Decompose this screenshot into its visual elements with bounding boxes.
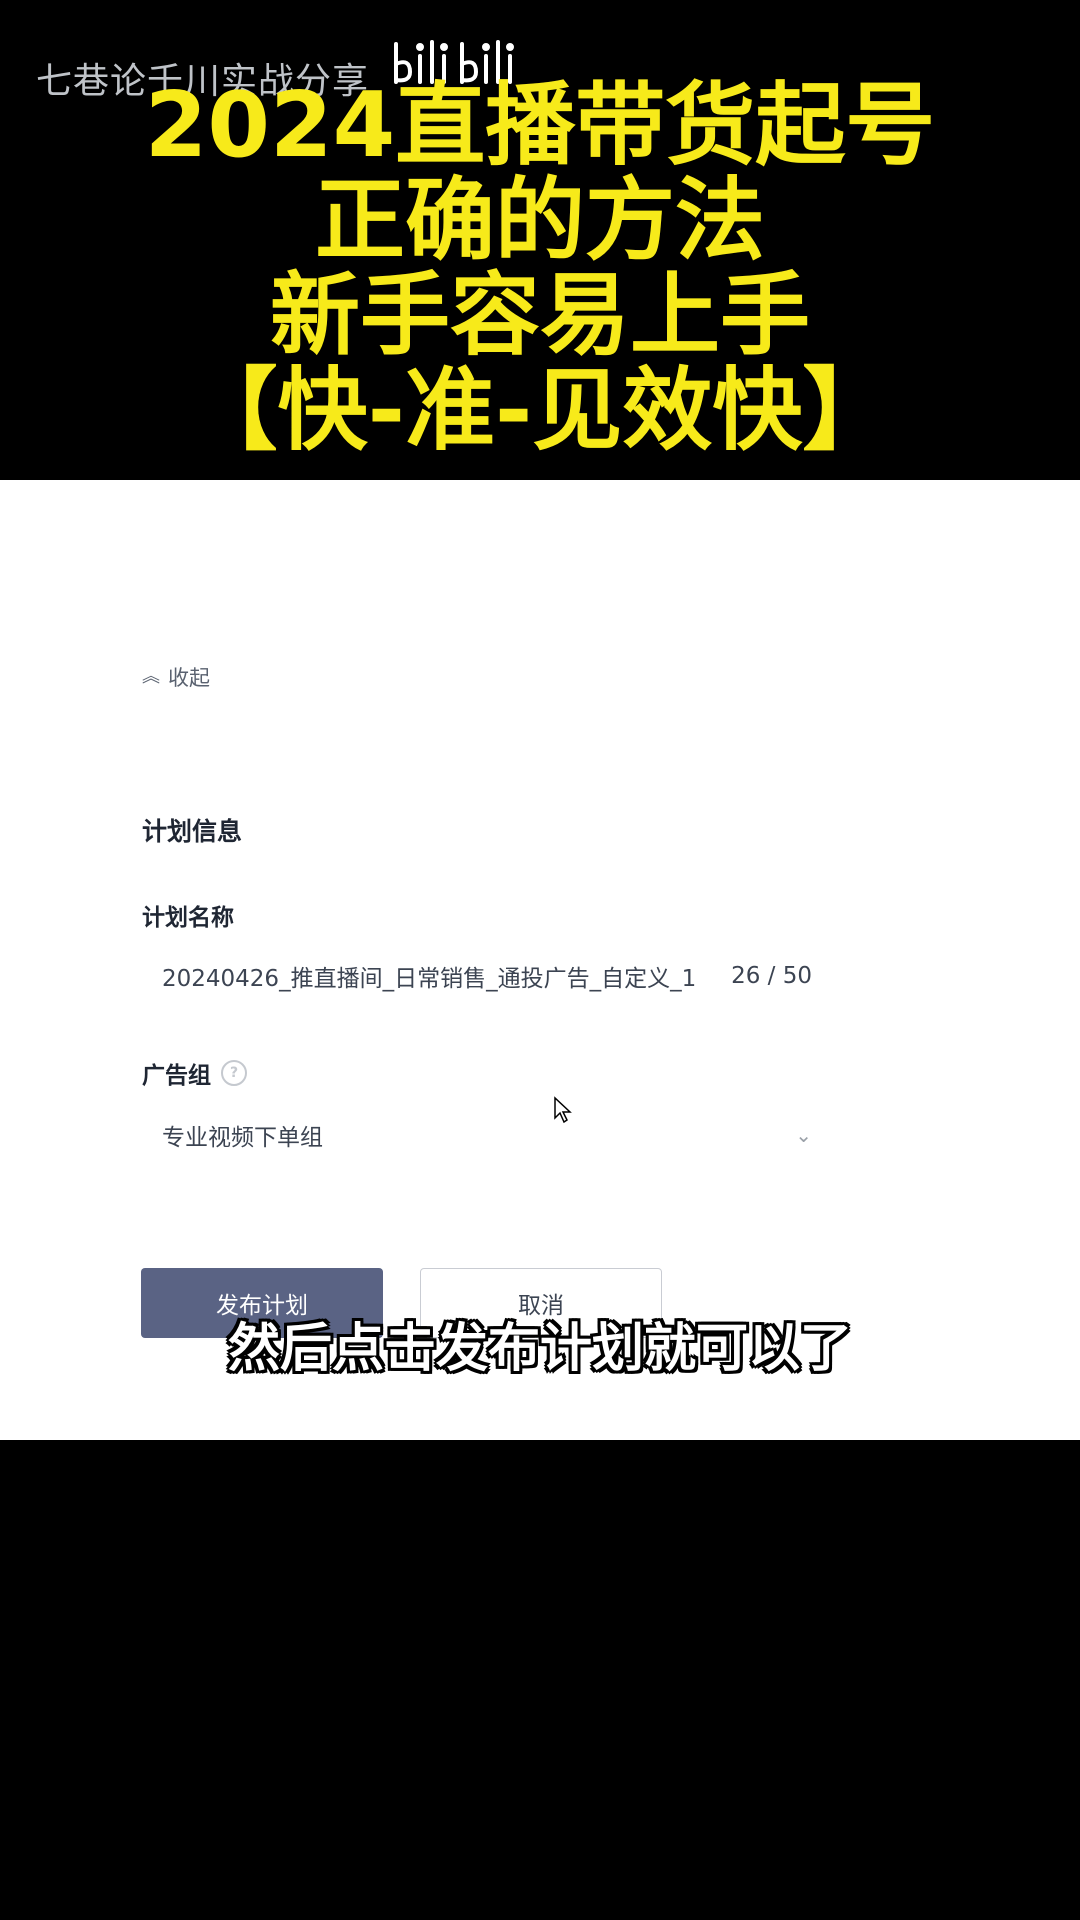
collapse-label: 收起 xyxy=(168,666,210,690)
character-count: 26 / 50 xyxy=(731,963,812,989)
chevron-down-icon: ⌄ xyxy=(795,1123,812,1147)
video-subtitle: 然后点击发布计划就可以了 xyxy=(227,1319,852,1379)
section-title: 计划信息 xyxy=(142,817,243,846)
title-line-4: 【快-准-见效快】 xyxy=(187,358,893,463)
info-icon[interactable]: ? xyxy=(221,1060,247,1086)
title-line-2: 正确的方法 xyxy=(315,168,765,273)
ad-group-label-text: 广告组 xyxy=(142,1063,211,1089)
title-line-3: 新手容易上手 xyxy=(270,263,810,368)
mouse-cursor-icon xyxy=(554,1096,572,1124)
ad-group-label: 广告组 ? xyxy=(142,1056,247,1090)
collapse-toggle[interactable]: ︽ 收起 xyxy=(142,662,210,692)
video-title: 2024直播带货起号 正确的方法 新手容易上手 【快-准-见效快】 xyxy=(0,78,1080,458)
video-frame: 七巷论千川实战分享 2024直播带货起号 正确的方法 新手容易上手 【快-准-见… xyxy=(0,0,1080,1920)
ad-group-select[interactable]: 专业视频下单组 ⌄ xyxy=(142,1110,832,1160)
plan-name-label: 计划名称 xyxy=(142,898,234,932)
ad-group-value: 专业视频下单组 xyxy=(162,1125,323,1151)
chevron-up-double-icon: ︽ xyxy=(142,666,160,687)
plan-name-value: 20240426_推直播间_日常销售_通投广告_自定义_1 xyxy=(162,966,697,992)
title-line-1: 2024直播带货起号 xyxy=(144,73,936,178)
plan-name-input[interactable]: 20240426_推直播间_日常销售_通投广告_自定义_1 26 / 50 xyxy=(142,952,832,1000)
plan-name-label-text: 计划名称 xyxy=(142,905,234,931)
